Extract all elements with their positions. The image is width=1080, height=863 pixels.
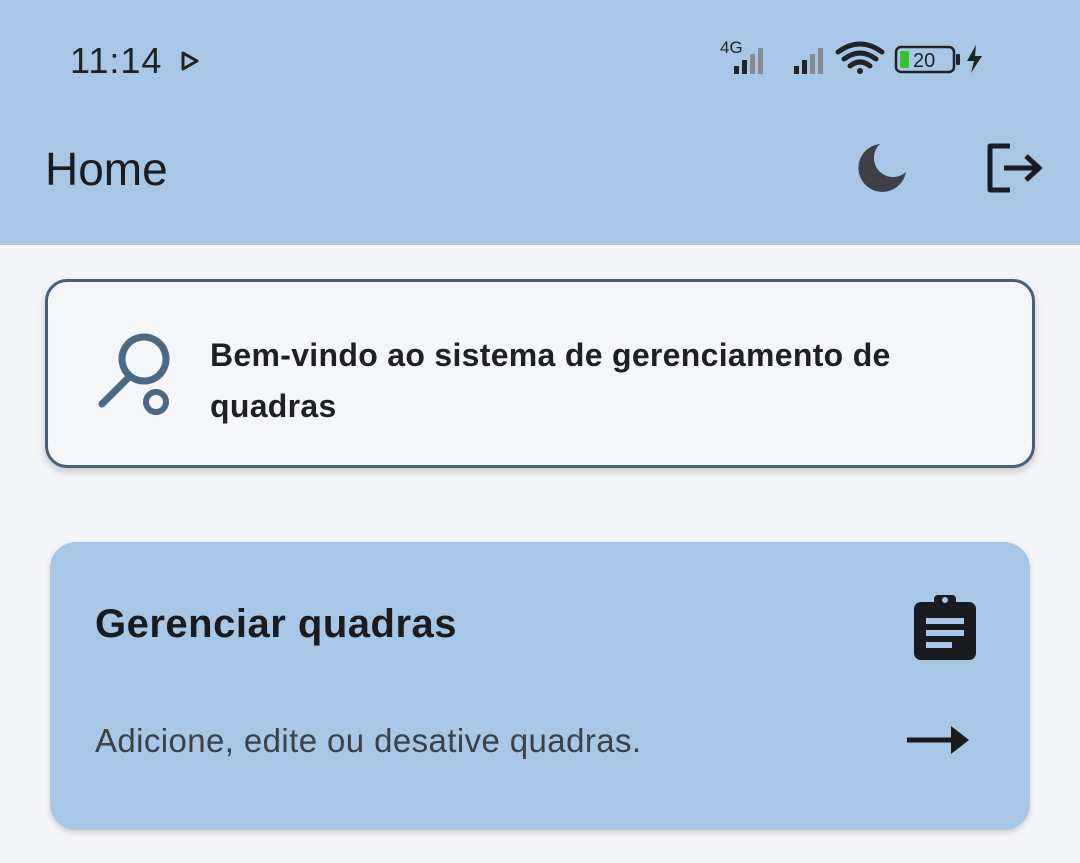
cell-signal-icon-2 xyxy=(794,48,823,74)
welcome-card: Bem-vindo ao sistema de gerenciamento de… xyxy=(45,279,1035,468)
manage-courts-card[interactable]: Gerenciar quadras Adicione, edite ou des… xyxy=(50,542,1030,830)
tennis-racket-icon xyxy=(98,333,170,415)
play-store-notification-icon xyxy=(181,51,199,71)
moon-icon xyxy=(858,144,906,192)
status-icons: 4G 20 xyxy=(720,38,1020,78)
manage-card-description: Adicione, edite ou desative quadras. xyxy=(95,722,642,759)
logout-icon xyxy=(987,143,1043,193)
manage-card-title: Gerenciar quadras xyxy=(95,602,457,646)
app-header: 11:14 4G 20 Home xyxy=(0,0,1080,245)
svg-text:20: 20 xyxy=(913,50,935,72)
logout-button[interactable] xyxy=(982,138,1046,198)
charging-bolt-icon xyxy=(967,45,982,73)
status-time: 11:14 xyxy=(70,40,163,81)
network-type-label: 4G xyxy=(720,38,743,57)
arrow-right-icon xyxy=(907,726,969,754)
welcome-message: Bem-vindo ao sistema de gerenciamento de… xyxy=(210,337,891,424)
page-title: Home xyxy=(45,143,168,195)
clipboard-icon xyxy=(914,595,976,660)
theme-toggle-button[interactable] xyxy=(852,138,912,198)
wifi-icon xyxy=(835,41,885,74)
battery-icon: 20 xyxy=(894,45,960,74)
status-bar: 11:14 4G 20 xyxy=(0,0,1080,120)
